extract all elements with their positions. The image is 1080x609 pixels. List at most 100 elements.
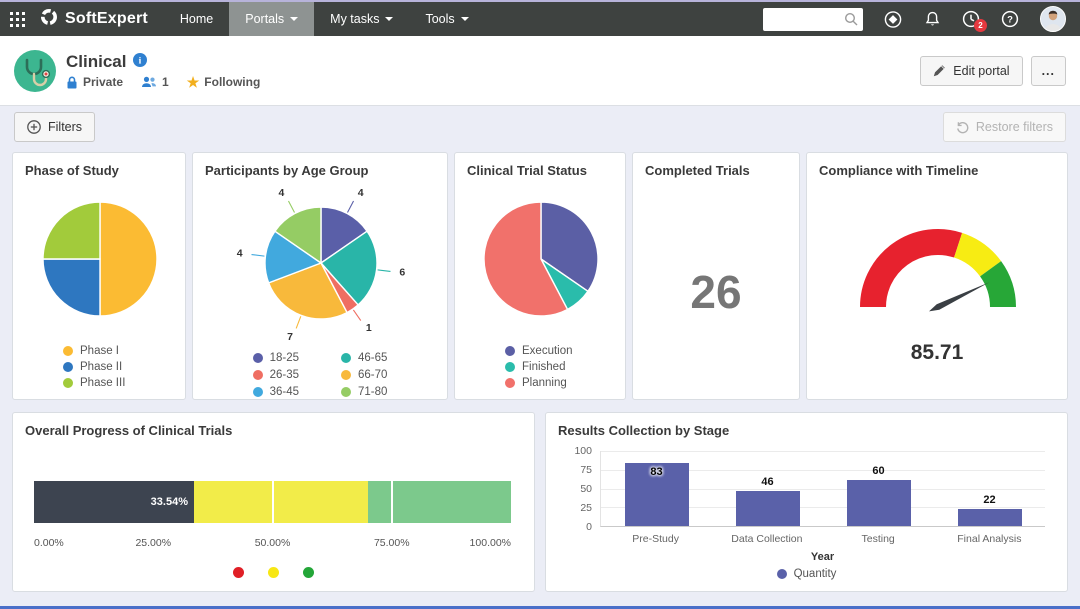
status-pie-chart[interactable]	[455, 181, 626, 338]
lock-icon	[66, 76, 78, 89]
age-pie-chart[interactable]: 461744	[193, 177, 448, 354]
portal-icon	[14, 50, 56, 92]
menu-item-my-tasks[interactable]: My tasks	[314, 2, 409, 36]
pie-slice[interactable]	[100, 202, 157, 316]
notification-badge: 2	[974, 19, 987, 32]
menu-item-tools[interactable]: Tools	[409, 2, 484, 36]
x-category-label: Testing	[823, 533, 934, 545]
brand-logo[interactable]: SoftExpert	[34, 8, 164, 31]
user-avatar[interactable]	[1040, 6, 1066, 32]
svg-text:?: ?	[1007, 15, 1013, 26]
brand-name: SoftExpert	[65, 10, 148, 28]
menu-item-label: My tasks	[330, 12, 379, 26]
y-tick-label: 25	[554, 502, 592, 514]
legend-item[interactable]: 18-25	[253, 349, 299, 366]
edit-portal-button[interactable]: Edit portal	[920, 56, 1022, 86]
help-icon[interactable]: ?	[1001, 10, 1019, 28]
info-icon[interactable]: i	[133, 53, 147, 72]
legend-item[interactable]: 26-35	[253, 366, 299, 383]
y-axis-ticks: 0255075100	[554, 451, 592, 527]
menu-item-label: Portals	[245, 12, 284, 26]
legend-item[interactable]: 36-45	[253, 383, 299, 400]
legend-dot[interactable]	[233, 567, 244, 578]
progress-axis-labels: 0.00%25.00%50.00%75.00%100.00%	[34, 537, 511, 551]
quick-access-icon[interactable]	[884, 10, 902, 28]
callout-value: 4	[358, 187, 364, 199]
bar[interactable]	[736, 491, 800, 526]
pencil-icon	[933, 64, 946, 77]
legend-label: Phase II	[80, 361, 122, 373]
plus-circle-icon	[27, 120, 41, 134]
card-title: Results Collection by Stage	[546, 413, 1067, 438]
callout-value: 1	[366, 322, 372, 334]
gauge-zone	[958, 245, 991, 269]
kpi-value: 26	[633, 265, 799, 319]
search-icon[interactable]	[844, 12, 858, 31]
legend-item[interactable]: Execution	[505, 345, 573, 357]
bar[interactable]	[847, 480, 911, 526]
compliance-gauge-chart[interactable]	[807, 175, 1068, 344]
legend-dot	[253, 353, 263, 363]
legend-item[interactable]: Phase III	[63, 377, 125, 389]
phase-pie-chart[interactable]	[13, 181, 186, 338]
card-phase-of-study: Phase of Study Phase IPhase IIPhase III	[12, 152, 186, 400]
menu-item-home[interactable]: Home	[164, 2, 229, 36]
x-category-label: Pre-Study	[600, 533, 711, 545]
x-category-label: Final Analysis	[934, 533, 1045, 545]
svg-text:i: i	[139, 56, 142, 66]
bar-column: 60	[823, 451, 934, 526]
legend-item[interactable]: 71-80	[341, 383, 387, 400]
pie-slice[interactable]	[43, 259, 100, 316]
legend-label: 36-45	[270, 386, 299, 398]
legend-item[interactable]: 46-65	[341, 349, 387, 366]
legend-label: Execution	[522, 345, 573, 357]
bar-value-label: 60	[872, 465, 884, 477]
legend-dot[interactable]	[303, 567, 314, 578]
legend-label: 18-25	[270, 352, 299, 364]
gauge-zone	[873, 242, 958, 307]
legend-item[interactable]: Planning	[505, 377, 573, 389]
restore-filters-button[interactable]: Restore filters	[943, 112, 1066, 142]
pending-tasks-clock-icon[interactable]: 2	[962, 10, 980, 28]
app-grid-icon[interactable]	[0, 2, 34, 36]
bar-plot-area[interactable]: 83466022	[600, 451, 1045, 527]
chart-legend: 18-25 26-35 36-45 46-6566-7071-80	[193, 349, 447, 400]
legend-dot	[505, 362, 515, 372]
top-navbar: SoftExpert Home Portals My tasks Tools 2	[0, 2, 1080, 36]
notifications-bell-icon[interactable]	[923, 10, 941, 28]
legend-dot[interactable]	[268, 567, 279, 578]
chevron-down-icon	[290, 17, 298, 21]
callout-value: 4	[237, 247, 243, 259]
more-options-button[interactable]: ...	[1031, 56, 1066, 86]
gauge-zone	[991, 269, 1003, 307]
card-title: Clinical Trial Status	[455, 153, 625, 178]
privacy-chip: Private	[66, 75, 123, 89]
filters-button[interactable]: Filters	[14, 112, 95, 142]
legend-item[interactable]: Quantity	[777, 568, 837, 580]
menu-item-portals[interactable]: Portals	[229, 2, 314, 36]
legend-item[interactable]: Phase II	[63, 361, 125, 373]
dashboard-row-1: Phase of Study Phase IPhase IIPhase III …	[12, 152, 1068, 400]
callout-value: 6	[399, 267, 405, 279]
card-completed-trials: Completed Trials 26	[632, 152, 800, 400]
axis-tick-label: 25.00%	[135, 537, 171, 549]
restore-icon	[956, 121, 969, 134]
legend-item[interactable]: Finished	[505, 361, 573, 373]
callout-value: 4	[278, 187, 284, 199]
legend-item[interactable]: Phase I	[63, 345, 125, 357]
members-chip[interactable]: 1	[141, 75, 169, 89]
y-tick-label: 0	[554, 521, 592, 533]
following-chip[interactable]: ★ Following	[187, 75, 261, 89]
y-tick-label: 75	[554, 464, 592, 476]
legend-dot	[63, 362, 73, 372]
y-tick-label: 50	[554, 483, 592, 495]
pie-slice[interactable]	[43, 202, 100, 259]
callout-line	[252, 255, 265, 257]
bar[interactable]	[958, 509, 1022, 526]
legend-dot	[341, 370, 351, 380]
bar-value-label: 46	[761, 476, 773, 488]
progress-band	[194, 481, 368, 523]
legend-label: Phase I	[80, 345, 119, 357]
legend-item[interactable]: 66-70	[341, 366, 387, 383]
progress-bullet-bar[interactable]: 33.54%	[34, 481, 511, 523]
